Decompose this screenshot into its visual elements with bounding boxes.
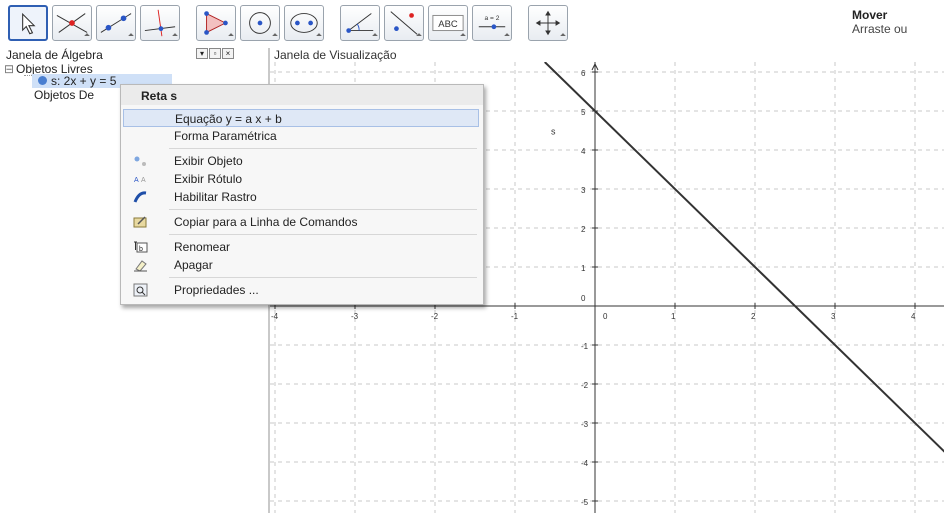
graphics-view-title: Janela de Visualização — [274, 48, 397, 62]
svg-text:a = 2: a = 2 — [485, 15, 500, 22]
toolbar: ABC a = 2 Mover Arraste ou — [0, 0, 944, 48]
algebra-view-controls: ▾ ▫ × — [196, 48, 234, 59]
x-tick-label: 4 — [911, 312, 916, 321]
menu-item-label: Apagar — [174, 258, 213, 272]
menu-separator — [169, 148, 477, 149]
visibility-toggle-icon[interactable] — [38, 76, 47, 85]
y-tick-label: 4 — [581, 147, 586, 156]
menu-item-label: Propriedades ... — [174, 283, 259, 297]
svg-text:b: b — [139, 246, 143, 253]
menu-item-equation-slope[interactable]: Equação y = a x + b — [123, 109, 479, 127]
copy-to-input-icon — [133, 216, 147, 228]
line-tool-button[interactable] — [96, 5, 136, 41]
menu-item-properties[interactable]: Propriedades ... — [123, 281, 479, 299]
point-tool-button[interactable] — [52, 5, 92, 41]
circle-tool-button[interactable] — [240, 5, 280, 41]
menu-item-label: Exibir Rótulo — [174, 172, 243, 186]
y-tick-label: 3 — [581, 186, 586, 195]
conic-tool-button[interactable] — [284, 5, 324, 41]
x-tick-label: 3 — [831, 312, 836, 321]
algebra-view-title: Janela de Álgebra — [6, 48, 103, 62]
menu-item-enable-trace[interactable]: Habilitar Rastro — [123, 188, 479, 206]
x-tick-label: -1 — [511, 312, 519, 321]
collapse-tree-icon[interactable]: ⊟ — [4, 62, 14, 76]
menu-item-rename[interactable]: b Renomear — [123, 238, 479, 256]
line-s-label: s — [551, 126, 556, 136]
menu-separator — [169, 209, 477, 210]
x-tick-label: -3 — [351, 312, 359, 321]
object-s-definition: s: 2x + y = 5 — [51, 74, 117, 88]
menu-item-show-object[interactable]: Exibir Objeto — [123, 152, 479, 170]
svg-text:A: A — [141, 177, 146, 184]
polygon-tool-button[interactable] — [196, 5, 236, 41]
x-tick-label: 1 — [671, 312, 676, 321]
dependent-objects-folder[interactable]: Objetos De — [34, 88, 94, 102]
y-tick-label: -2 — [581, 381, 589, 390]
line-s — [544, 62, 944, 453]
move-view-tool-button[interactable] — [528, 5, 568, 41]
reflect-tool-button[interactable] — [384, 5, 424, 41]
x-tick-label: -2 — [431, 312, 439, 321]
view-menu-icon[interactable]: ▾ — [196, 48, 208, 59]
y-tick-label: 6 — [581, 69, 586, 78]
y-tick-label: 5 — [581, 108, 586, 117]
trace-icon — [133, 191, 147, 203]
delete-eraser-icon — [134, 260, 147, 272]
menu-item-label: Forma Paramétrica — [174, 129, 277, 143]
menu-item-label: Copiar para a Linha de Comandos — [174, 215, 358, 229]
menu-separator — [169, 234, 477, 235]
perpendicular-tool-button[interactable] — [140, 5, 180, 41]
show-object-icon — [134, 156, 146, 166]
menu-item-label: Exibir Objeto — [174, 154, 243, 168]
close-view-icon[interactable]: × — [222, 48, 234, 59]
context-menu-title: Reta s — [141, 89, 178, 103]
y-tick-label: 0 — [581, 294, 586, 303]
menu-item-parametric-form[interactable]: Forma Paramétrica — [123, 127, 479, 145]
menu-item-label: Habilitar Rastro — [174, 190, 257, 204]
mode-help-text: Arraste ou — [852, 22, 908, 36]
svg-text:ABC: ABC — [438, 19, 458, 30]
x-tick-label: 2 — [751, 312, 756, 321]
properties-icon — [133, 283, 148, 297]
rename-icon: b — [134, 241, 148, 253]
y-tick-label: -1 — [581, 342, 589, 351]
y-tick-label: -4 — [581, 459, 589, 468]
menu-item-delete[interactable]: Apagar — [123, 256, 479, 274]
svg-text:A: A — [134, 177, 139, 184]
menu-item-copy-to-input[interactable]: Copiar para a Linha de Comandos — [123, 213, 479, 231]
cursor-arrow-icon — [22, 12, 36, 35]
y-tick-label: -5 — [581, 498, 589, 507]
x-tick-label: -4 — [271, 312, 279, 321]
menu-item-label: Renomear — [174, 240, 231, 254]
angle-tool-button[interactable] — [340, 5, 380, 41]
move-tool-button[interactable] — [8, 5, 48, 41]
menu-item-label: Equação y = a x + b — [175, 112, 282, 126]
context-menu: Reta s Equação y = a x + b Forma Paramét… — [120, 84, 484, 305]
y-tick-label: 2 — [581, 225, 586, 234]
slider-tool-button[interactable]: a = 2 — [472, 5, 512, 41]
menu-separator — [169, 277, 477, 278]
show-label-icon: AA — [134, 177, 146, 184]
context-menu-header: Reta s — [121, 85, 483, 105]
undock-icon[interactable]: ▫ — [209, 48, 221, 59]
mode-title: Mover — [852, 8, 888, 22]
menu-item-show-label[interactable]: AA Exibir Rótulo — [123, 170, 479, 188]
y-tick-label: 1 — [581, 264, 586, 273]
x-tick-label: 0 — [603, 312, 608, 321]
text-tool-button[interactable]: ABC — [428, 5, 468, 41]
y-tick-label: -3 — [581, 420, 589, 429]
